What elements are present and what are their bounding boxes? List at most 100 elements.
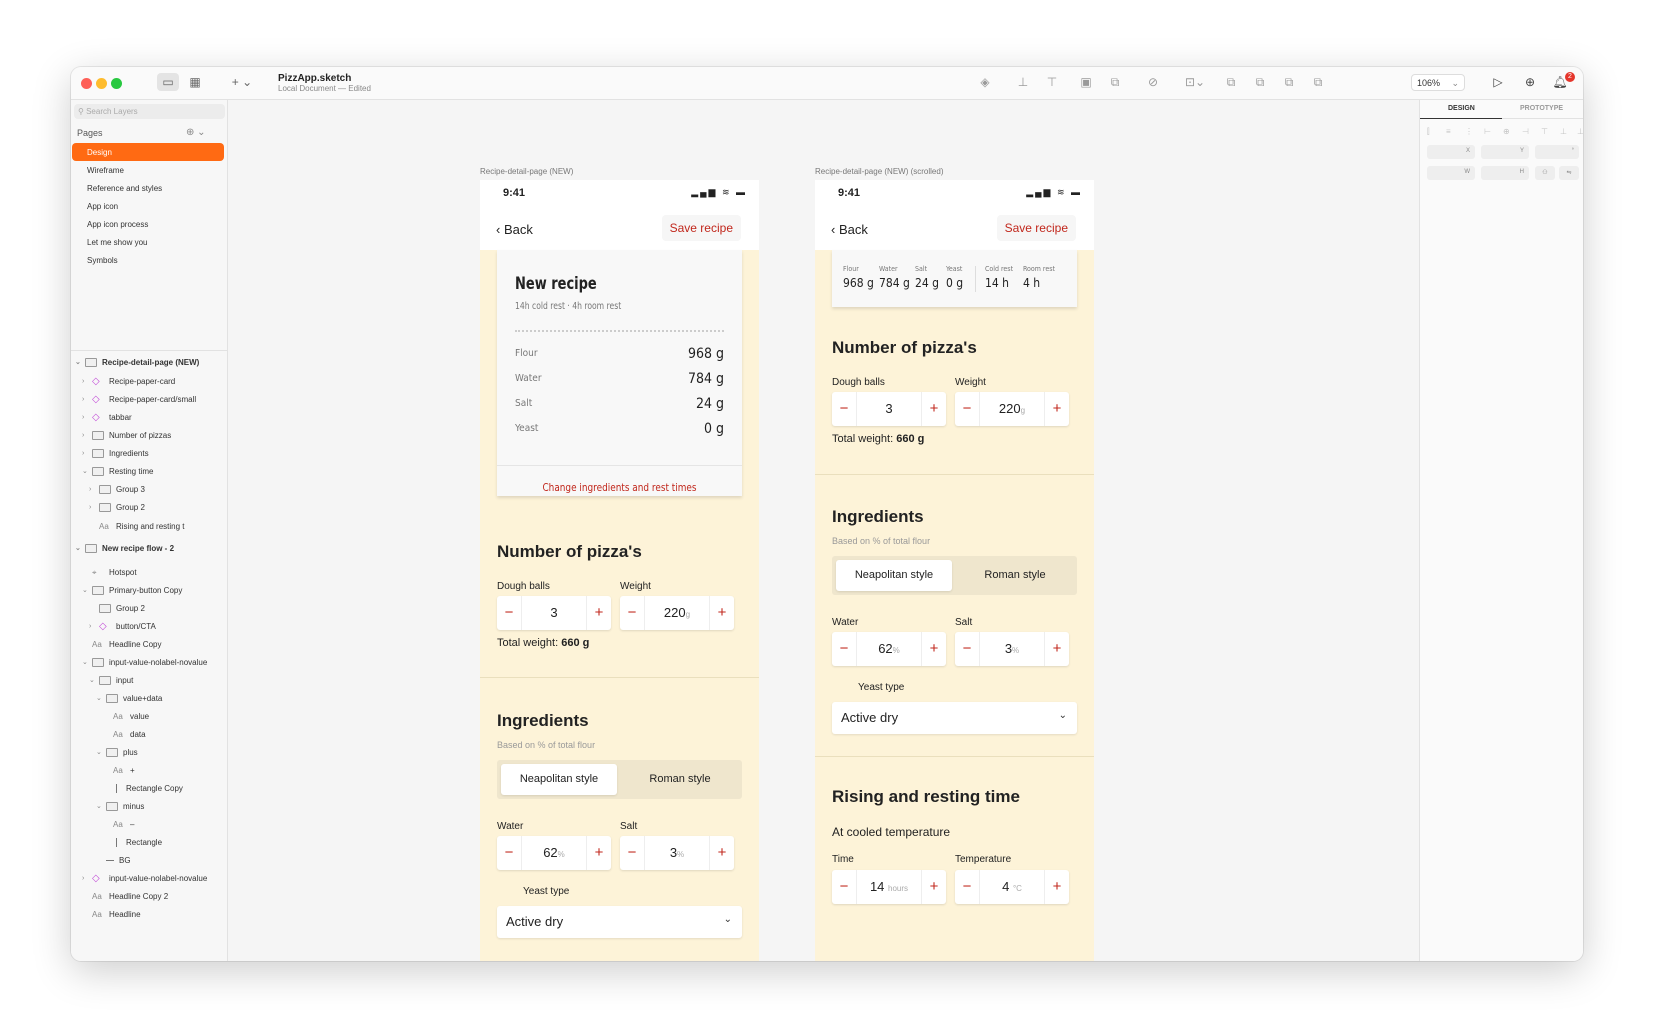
layer-row[interactable]: › ◇ Recipe-paper-card xyxy=(82,373,175,389)
layer-row[interactable]: ⌖ Hotspot xyxy=(82,564,137,580)
minus-button[interactable]: − xyxy=(955,392,979,426)
stepper-value[interactable]: 14 hours xyxy=(856,870,922,904)
plus-button[interactable]: + xyxy=(922,392,946,426)
stepper-value[interactable]: 3 xyxy=(521,596,587,630)
group-icon[interactable]: ▣ xyxy=(1077,75,1095,89)
create-symbol-icon[interactable]: ◈ xyxy=(976,75,994,89)
stepper-value[interactable]: 4 °C xyxy=(979,870,1045,904)
disclosure-chevron-icon[interactable]: ⌄ xyxy=(96,802,104,810)
artboard-label[interactable]: Recipe-detail-page (NEW) (scrolled) xyxy=(815,167,943,176)
disclosure-chevron-icon[interactable]: › xyxy=(89,486,97,493)
share-icon[interactable]: ⊕ xyxy=(1521,75,1539,89)
neapolitan-style-option[interactable]: Neapolitan style xyxy=(836,560,952,591)
artboard-recipe-detail[interactable]: 9:41 ▂▄▆ ≋ ▬ ‹ Back Save recipe New reci… xyxy=(480,180,759,961)
align-base-icon[interactable]: ⊥ xyxy=(1577,127,1583,136)
distribute-icon[interactable]: ≡ xyxy=(1446,127,1451,136)
layer-row[interactable]: ⌄ Primary-button Copy xyxy=(82,582,182,598)
align-left-icon[interactable]: ⫿ xyxy=(1427,127,1430,137)
canvas[interactable]: Recipe-detail-page (NEW) 9:41 ▂▄▆ ≋ ▬ ‹ … xyxy=(228,100,1419,961)
layer-row[interactable]: ⌄ plus xyxy=(96,744,138,760)
layer-row[interactable]: ⌄ minus xyxy=(96,798,144,814)
ungroup-icon[interactable]: ⧉ xyxy=(1106,75,1124,90)
page-item[interactable]: Let me show you xyxy=(72,233,224,251)
transform-icon[interactable]: ⊡⌄ xyxy=(1181,75,1209,89)
disclosure-chevron-icon[interactable]: ⌄ xyxy=(82,658,90,666)
disclosure-chevron-icon[interactable]: › xyxy=(89,623,97,630)
minus-button[interactable]: − xyxy=(832,870,856,904)
layer-row[interactable]: ⌄ Recipe-detail-page (NEW) xyxy=(75,354,199,370)
layer-row[interactable]: Aa – xyxy=(103,816,134,832)
layers-view-icon[interactable]: ▭ xyxy=(157,73,179,91)
align-right-icon[interactable]: ⊢ xyxy=(1484,127,1491,136)
add-page-icon[interactable]: ⊕ ⌄ xyxy=(186,127,206,138)
layer-row[interactable]: › ◇ Recipe-paper-card/small xyxy=(82,391,196,407)
layer-row[interactable]: ⌄ New recipe flow - 2 xyxy=(75,540,174,556)
disclosure-chevron-icon[interactable]: › xyxy=(82,414,90,421)
disclosure-chevron-icon[interactable]: › xyxy=(82,396,90,403)
disclosure-chevron-icon[interactable]: ⌄ xyxy=(75,544,83,552)
plus-button[interactable]: + xyxy=(922,632,946,666)
components-view-icon[interactable]: ▦ xyxy=(184,73,206,91)
page-item[interactable]: App icon xyxy=(72,197,224,215)
save-recipe-button[interactable]: Save recipe xyxy=(661,215,741,241)
disclosure-chevron-icon[interactable]: ⌄ xyxy=(82,586,90,594)
layer-row[interactable]: › ◇ input-value-nolabel-novalue xyxy=(82,870,207,886)
neapolitan-style-option[interactable]: Neapolitan style xyxy=(501,764,617,795)
intersect-icon[interactable]: ⧉ xyxy=(1280,75,1298,90)
close-window-button[interactable] xyxy=(81,78,92,89)
page-item[interactable]: Design xyxy=(72,143,224,161)
yeast-type-select[interactable]: Active dry ⌄ xyxy=(832,702,1077,734)
layer-row[interactable]: › ◇ button/CTA xyxy=(89,618,156,634)
layer-row[interactable]: ⌄ Resting time xyxy=(82,463,153,479)
forward-icon[interactable]: ⊥ xyxy=(1014,75,1032,89)
layer-row[interactable]: BG xyxy=(96,852,131,868)
align-middle-icon[interactable]: ⊕ xyxy=(1503,127,1510,136)
minus-button[interactable]: − xyxy=(955,870,979,904)
align-center-icon[interactable]: ⋮ xyxy=(1465,127,1473,136)
minus-button[interactable]: − xyxy=(832,392,856,426)
layer-row[interactable]: ⌄ input-value-nolabel-novalue xyxy=(82,654,207,670)
layer-row[interactable]: Group 2 xyxy=(89,600,145,616)
plus-button[interactable]: + xyxy=(587,596,611,630)
change-ingredients-link[interactable]: Change ingredients and rest times xyxy=(509,481,730,494)
insert-icon[interactable]: + ⌄ xyxy=(231,73,253,91)
save-recipe-button[interactable]: Save recipe xyxy=(996,215,1076,241)
edit-icon[interactable]: ⊘ xyxy=(1144,75,1162,89)
page-item[interactable]: Wireframe xyxy=(72,161,224,179)
minus-button[interactable]: − xyxy=(832,632,856,666)
stepper-value[interactable]: 220g xyxy=(979,392,1045,426)
align-top-icon[interactable]: ⊤ xyxy=(1541,127,1548,136)
minus-button[interactable]: − xyxy=(620,596,644,630)
tab-prototype[interactable]: PROTOTYPE xyxy=(1520,105,1563,112)
subtract-icon[interactable]: ⧉ xyxy=(1251,75,1269,90)
minus-button[interactable]: − xyxy=(955,632,979,666)
layer-row[interactable]: › Group 2 xyxy=(89,499,145,515)
x-field[interactable]: X xyxy=(1427,145,1475,159)
union-icon[interactable]: ⧉ xyxy=(1222,75,1240,90)
disclosure-chevron-icon[interactable]: ⌄ xyxy=(89,676,97,684)
disclosure-chevron-icon[interactable]: › xyxy=(89,504,97,511)
height-field[interactable]: H xyxy=(1481,166,1529,180)
layer-row[interactable]: Rectangle xyxy=(103,834,162,850)
back-button[interactable]: ‹ Back xyxy=(831,222,868,237)
align-bottom-icon[interactable]: ⊣ xyxy=(1522,127,1529,136)
plus-button[interactable]: + xyxy=(1045,870,1069,904)
layer-row[interactable]: Aa value xyxy=(103,708,149,724)
layer-row[interactable]: Aa + xyxy=(103,762,135,778)
lock-ratio-icon[interactable]: ⚇ xyxy=(1535,166,1555,180)
layer-row[interactable]: Aa Headline xyxy=(82,906,141,922)
layer-row[interactable]: ⌄ value+data xyxy=(96,690,162,706)
disclosure-chevron-icon[interactable]: › xyxy=(82,450,90,457)
layer-row[interactable]: › Group 3 xyxy=(89,481,145,497)
disclosure-chevron-icon[interactable]: ⌄ xyxy=(82,467,90,475)
disclosure-chevron-icon[interactable]: › xyxy=(82,378,90,385)
minimize-window-button[interactable] xyxy=(96,78,107,89)
page-item[interactable]: Reference and styles xyxy=(72,179,224,197)
layer-row[interactable]: ⌄ input xyxy=(89,672,133,688)
roman-style-option[interactable]: Roman style xyxy=(957,560,1073,591)
width-field[interactable]: W xyxy=(1427,166,1475,180)
disclosure-chevron-icon[interactable]: › xyxy=(82,875,90,882)
rotation-field[interactable]: ° xyxy=(1535,145,1579,159)
minus-button[interactable]: − xyxy=(620,836,644,870)
plus-button[interactable]: + xyxy=(710,596,734,630)
